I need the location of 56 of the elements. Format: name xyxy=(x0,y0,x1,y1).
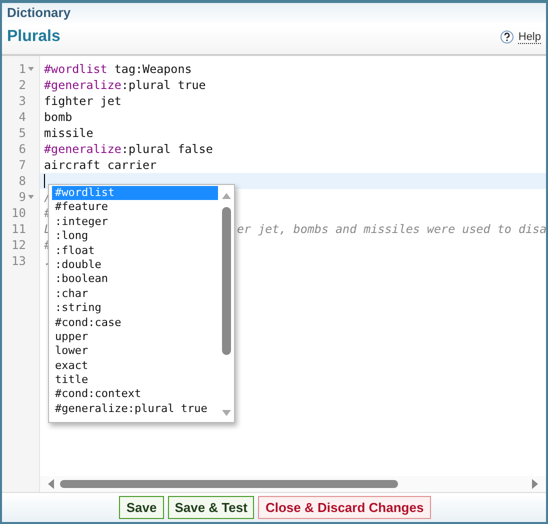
line-number: 1 xyxy=(18,62,26,76)
help-link[interactable]: Help xyxy=(518,30,541,44)
line-number: 6 xyxy=(18,142,26,156)
suggestion-item[interactable]: title xyxy=(52,373,218,388)
code-text: :plural false xyxy=(121,142,213,156)
section-title: Dictionary xyxy=(7,5,72,22)
text-cursor xyxy=(44,174,45,188)
scroll-left-icon[interactable] xyxy=(48,479,54,489)
line-number: 2 xyxy=(18,78,26,92)
scrollbar-thumb[interactable] xyxy=(222,207,231,355)
directive-text: #generalize xyxy=(44,142,122,156)
line-number: 7 xyxy=(18,158,26,172)
scrollbar-thumb[interactable] xyxy=(60,480,398,488)
scroll-up-icon[interactable] xyxy=(222,193,231,199)
fold-arrow-icon[interactable] xyxy=(28,195,34,199)
line-number: 3 xyxy=(18,94,26,108)
scroll-down-icon[interactable] xyxy=(222,410,231,416)
line-number: 13 xyxy=(12,254,26,268)
suggestion-item[interactable]: lower xyxy=(52,344,218,359)
suggestion-item[interactable]: :boolean xyxy=(52,272,218,287)
suggestion-item[interactable]: #generalize:plural true xyxy=(52,402,218,416)
directive-text: #generalize xyxy=(44,78,122,92)
suggestion-item[interactable]: :double xyxy=(52,258,218,272)
line-number: 9 xyxy=(18,190,26,204)
line-number: 4 xyxy=(18,110,26,124)
scroll-right-icon[interactable] xyxy=(532,479,538,489)
code-text: :plural true xyxy=(121,78,206,92)
save-button[interactable]: Save & Test xyxy=(168,496,254,519)
suggestion-item[interactable]: upper xyxy=(52,330,218,344)
line-number: 10 xyxy=(12,206,26,220)
save-button[interactable]: Save xyxy=(119,496,164,519)
line-number: 8 xyxy=(18,174,26,188)
comment-text: . xyxy=(44,254,52,268)
line-number: 11 xyxy=(12,222,26,236)
fold-arrow-icon[interactable] xyxy=(28,67,34,71)
discard-button[interactable]: Close & Discard Changes xyxy=(258,496,431,519)
line-number: 5 xyxy=(18,126,26,140)
suggestion-item[interactable]: :float xyxy=(52,244,218,258)
comment-text: er jet, bombs and missiles were used to disa xyxy=(237,222,546,236)
suggestion-item[interactable]: :integer xyxy=(52,214,218,230)
suggestion-item[interactable]: :long xyxy=(52,229,218,244)
suggestion-item[interactable]: :char xyxy=(52,286,218,302)
code-text: tag:Weapons xyxy=(113,62,192,76)
help-icon[interactable] xyxy=(500,30,514,44)
suggestion-item[interactable]: :string xyxy=(52,301,218,316)
line-number: 12 xyxy=(12,238,26,252)
suggestion-item[interactable]: #cond:case xyxy=(52,316,218,330)
page-title: Plurals xyxy=(7,28,60,46)
code-text: aircraft carrier xyxy=(44,158,157,172)
code-text: fighter jet xyxy=(44,94,122,108)
suggestion-item[interactable]: #feature xyxy=(52,200,218,215)
directive-text: #wordlist xyxy=(44,62,108,76)
suggestion-item[interactable]: #cond:context xyxy=(52,387,218,402)
code-text: missile xyxy=(44,126,94,140)
suggestion-item[interactable]: exact xyxy=(52,358,218,374)
code-text: bomb xyxy=(44,110,72,124)
